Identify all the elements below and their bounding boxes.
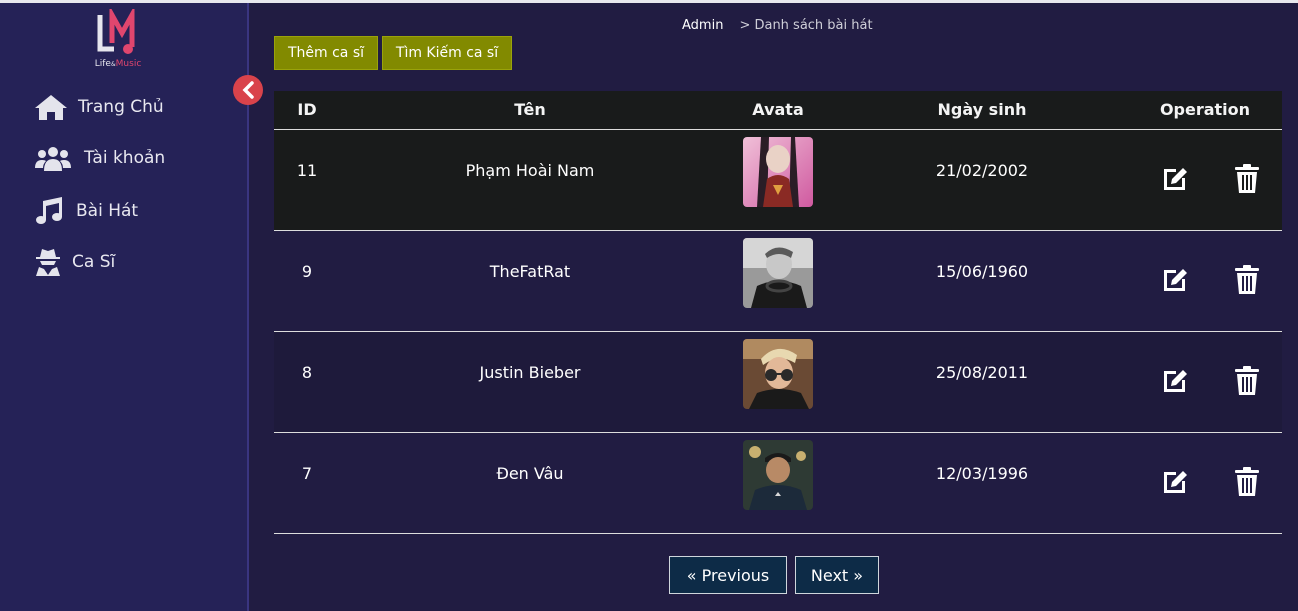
trash-icon[interactable]: [1234, 365, 1260, 400]
table-row[interactable]: 8 Justin Bieber 25/08/2011: [274, 331, 1282, 433]
table-row[interactable]: 11 Phạm Hoài Nam 21/02/2002: [274, 129, 1282, 231]
chevron-left-icon: [242, 81, 254, 99]
sidebar-item-label: Trang Chủ: [78, 97, 164, 117]
cell-id: 8: [274, 331, 340, 433]
breadcrumb-current: > Danh sách bài hát: [739, 18, 873, 33]
cell-id: 9: [274, 230, 340, 332]
next-page-button[interactable]: Next »: [795, 556, 879, 594]
users-icon: [35, 147, 71, 171]
cell-birthday: 15/06/1960: [836, 230, 1128, 332]
add-singer-button[interactable]: Thêm ca sĩ: [274, 36, 378, 70]
cell-name: Justin Bieber: [340, 331, 720, 433]
cell-name: Đen Vâu: [340, 432, 720, 534]
breadcrumb: Admin > Danh sách bài hát: [682, 18, 873, 33]
sidebar-item-label: Bài Hát: [76, 201, 139, 221]
cell-birthday: 21/02/2002: [836, 129, 1128, 231]
sidebar-collapse-button[interactable]: [233, 75, 263, 105]
avatar-bw-man-headphones: [743, 237, 813, 308]
cell-name: Phạm Hoài Nam: [340, 129, 720, 231]
avatar-anime-character: [743, 136, 813, 207]
sidebar-item-label: Tài khoản: [84, 148, 166, 168]
sidebar-item-songs[interactable]: Bài Hát: [34, 196, 138, 226]
cell-id: 7: [274, 432, 340, 534]
cell-id: 11: [274, 129, 340, 231]
edit-icon[interactable]: [1160, 265, 1190, 299]
previous-page-button[interactable]: « Previous: [669, 556, 787, 594]
sidebar: Life&Music Trang Chủ Tài khoản Bài Hát C…: [0, 3, 249, 611]
breadcrumb-admin[interactable]: Admin: [682, 18, 723, 33]
singer-table: ID Tên Avata Ngày sinh Operation 11 Phạm…: [274, 91, 1282, 534]
user-secret-icon: [36, 249, 60, 276]
table-row[interactable]: 7 Đen Vâu 12/03/1996: [274, 432, 1282, 534]
cell-birthday: 25/08/2011: [836, 331, 1128, 433]
edit-icon[interactable]: [1160, 467, 1190, 501]
home-icon: [35, 95, 67, 120]
avatar-man-sunglasses: [743, 338, 813, 409]
avatar-man-cap: [743, 439, 813, 510]
cell-name: TheFatRat: [340, 230, 720, 332]
sidebar-item-label: Ca Sĩ: [72, 252, 116, 272]
column-header-avatar: Avata: [720, 91, 836, 130]
app-logo[interactable]: Life&Music: [88, 5, 148, 73]
column-header-birthday: Ngày sinh: [836, 91, 1128, 130]
trash-icon[interactable]: [1234, 264, 1260, 299]
column-header-name: Tên: [340, 91, 720, 130]
sidebar-item-singers[interactable]: Ca Sĩ: [34, 247, 115, 277]
cell-birthday: 12/03/1996: [836, 432, 1128, 534]
column-header-operation: Operation: [1128, 91, 1282, 130]
music-note-icon: [36, 197, 62, 224]
edit-icon[interactable]: [1160, 366, 1190, 400]
logo-icon: [97, 5, 135, 54]
sidebar-item-home[interactable]: Trang Chủ: [34, 92, 164, 122]
trash-icon[interactable]: [1234, 163, 1260, 198]
edit-icon[interactable]: [1160, 164, 1190, 198]
search-singer-button[interactable]: Tìm Kiếm ca sĩ: [382, 36, 512, 70]
column-header-id: ID: [274, 91, 340, 130]
logo-text: Life&Music: [94, 59, 142, 69]
table-header-row: ID Tên Avata Ngày sinh Operation: [274, 91, 1282, 130]
sidebar-item-accounts[interactable]: Tài khoản: [34, 143, 165, 173]
trash-icon[interactable]: [1234, 466, 1260, 501]
table-row[interactable]: 9 TheFatRat 15/06/1960: [274, 230, 1282, 332]
